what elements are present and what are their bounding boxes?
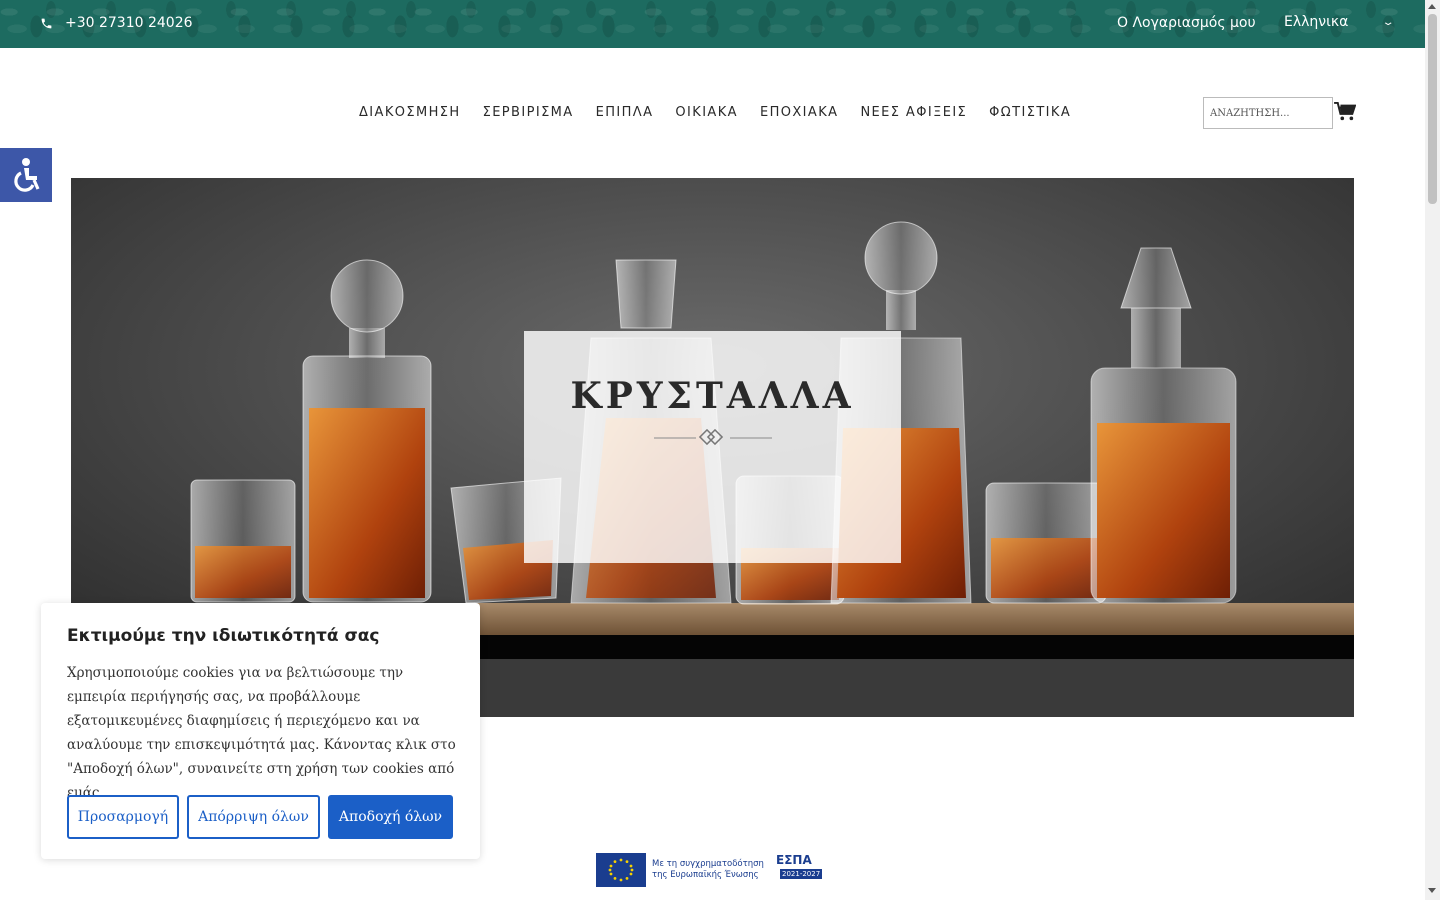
eu-text-line2: της Ευρωπαϊκής Ένωσης bbox=[652, 870, 759, 880]
my-account-link[interactable]: Ο Λογαριασμός μου bbox=[1117, 15, 1256, 31]
nav-item-nees-afixeis[interactable]: ΝΕΕΣ ΑΦΙΞΕΙΣ bbox=[860, 105, 967, 120]
scroll-down-arrow-icon[interactable] bbox=[1428, 888, 1436, 893]
eu-funding-banner[interactable]: Με τη συγχρηματοδότηση της Ευρωπαϊκής Έν… bbox=[596, 852, 830, 888]
espa-title: ΕΣΠΑ bbox=[776, 853, 812, 867]
nav-item-oikiaka[interactable]: ΟΙΚΙΑΚΑ bbox=[675, 105, 738, 120]
hero-title: ΚΡΥΣΤΑΛΛΑ bbox=[570, 375, 855, 417]
eu-funding-text: Με τη συγχρηματοδότηση της Ευρωπαϊκής Έν… bbox=[652, 859, 770, 881]
diamond-ornament-icon bbox=[654, 429, 772, 446]
search-input[interactable] bbox=[1203, 97, 1333, 129]
eu-flag-icon bbox=[596, 853, 646, 887]
nav-item-epoxiaka[interactable]: ΕΠΟΧΙΑΚΑ bbox=[760, 105, 838, 120]
espa-years: 2021-2027 bbox=[780, 869, 823, 879]
cookie-consent-dialog: Εκτιμούμε την ιδιωτικότητά σας Χρησιμοπο… bbox=[41, 603, 480, 859]
reject-all-button[interactable]: Απόρριψη όλων bbox=[187, 795, 320, 839]
accessibility-icon bbox=[14, 158, 40, 192]
page-scrollbar[interactable] bbox=[1425, 0, 1440, 900]
main-nav: ΔΙΑΚΟΣΜΗΣΗ ΣΕΡΒΙΡΙΣΜΑ ΕΠΙΠΛΑ ΟΙΚΙΑΚΑ ΕΠΟ… bbox=[359, 105, 1071, 120]
chevron-down-icon: ⌄ bbox=[1381, 16, 1396, 28]
language-selector[interactable]: Ελληνικα ⌄ bbox=[1284, 14, 1396, 30]
phone-number: +30 27310 24026 bbox=[65, 15, 193, 31]
hero-title-box: ΚΡΥΣΤΑΛΛΑ bbox=[524, 331, 901, 563]
phone-icon bbox=[41, 18, 52, 28]
cookie-text: Χρησιμοποιούμε cookies για να βελτιώσουμ… bbox=[67, 665, 456, 801]
nav-item-diakosmisi[interactable]: ΔΙΑΚΟΣΜΗΣΗ bbox=[359, 105, 461, 120]
cookie-title: Εκτιμούμε την ιδιωτικότητά σας bbox=[67, 626, 380, 646]
language-label: Ελληνικα bbox=[1284, 14, 1349, 30]
top-bar: +30 27310 24026 Ο Λογαριασμός μου Ελληνι… bbox=[0, 0, 1425, 48]
nav-item-serbirisma[interactable]: ΣΕΡΒΙΡΙΣΜΑ bbox=[483, 105, 574, 120]
phone-link[interactable]: +30 27310 24026 bbox=[40, 15, 193, 31]
accessibility-button[interactable] bbox=[0, 148, 52, 202]
cart-icon[interactable] bbox=[1334, 102, 1356, 122]
espa-logo: ΕΣΠΑ 2021-2027 bbox=[776, 853, 828, 887]
scroll-thumb[interactable] bbox=[1428, 14, 1437, 204]
accept-all-button[interactable]: Αποδοχή όλων bbox=[328, 795, 453, 839]
customize-button[interactable]: Προσαρμογή bbox=[67, 795, 179, 839]
nav-item-epipla[interactable]: ΕΠΙΠΛΑ bbox=[596, 105, 654, 120]
scroll-up-arrow-icon[interactable] bbox=[1428, 4, 1436, 9]
eu-text-line1: Με τη συγχρηματοδότηση bbox=[652, 859, 764, 869]
nav-item-fotistika[interactable]: ΦΩΤΙΣΤΙΚΑ bbox=[989, 105, 1071, 120]
